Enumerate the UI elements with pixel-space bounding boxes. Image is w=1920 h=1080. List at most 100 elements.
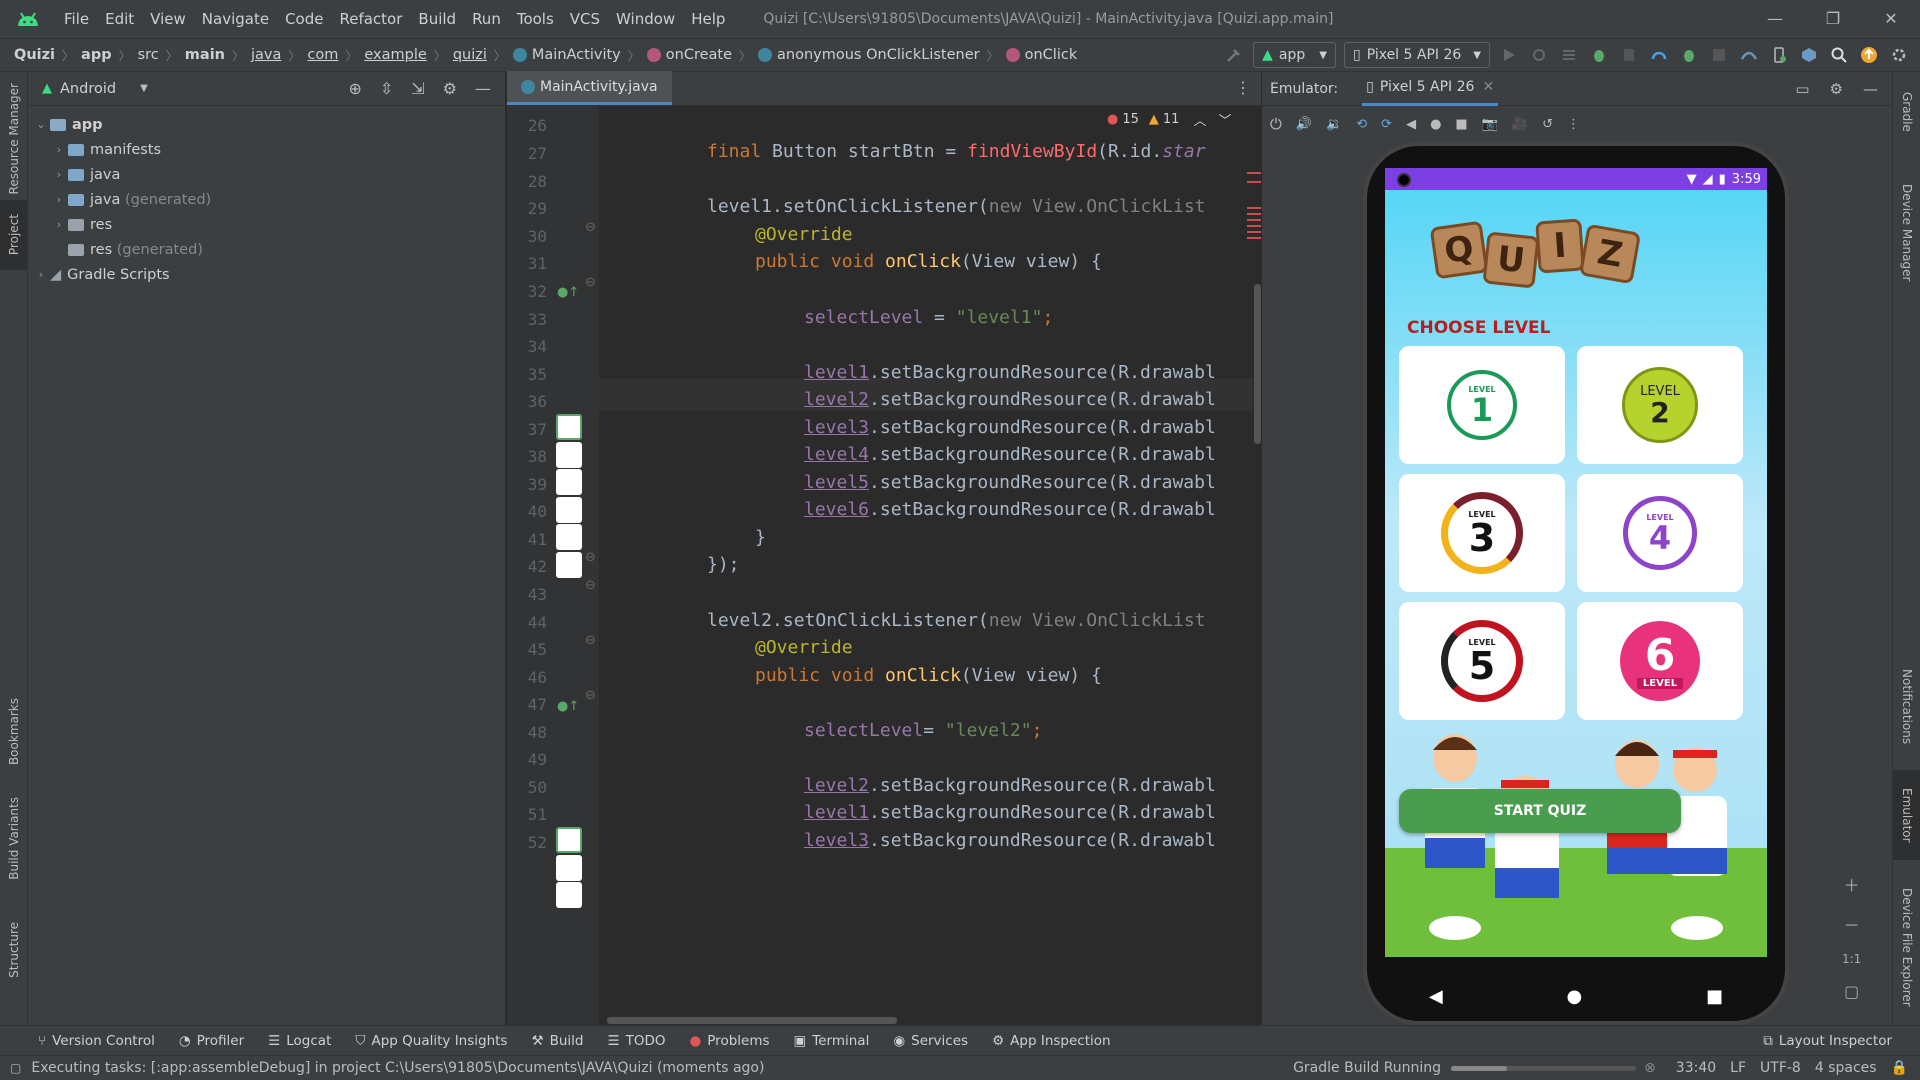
breadcrumb-item[interactable]: java 〉 <box>251 47 307 64</box>
home-icon[interactable]: ● <box>1430 117 1441 132</box>
apply-changes-icon[interactable] <box>1556 43 1582 67</box>
tab-todo[interactable]: ☰ TODO <box>607 1033 665 1049</box>
expand-all-icon[interactable]: ⇳ <box>380 79 393 98</box>
override-marker-icon[interactable]: ●↑ <box>557 285 579 300</box>
attach-debugger-icon[interactable] <box>1676 43 1702 67</box>
maximize-icon[interactable]: ❐ <box>1804 0 1862 38</box>
fold-marker-icon[interactable]: ⊖ <box>585 550 596 565</box>
previous-highlight-icon[interactable]: ︿ <box>1193 110 1206 129</box>
nav-recents-icon[interactable]: ■ <box>1706 986 1723 1007</box>
fold-marker-icon[interactable]: ⊖ <box>585 220 596 235</box>
code-line[interactable]: selectLevel= "level2"; <box>804 720 1042 741</box>
menu-tools[interactable]: Tools <box>509 0 562 38</box>
tab-app-inspection[interactable]: ⚙ App Inspection <box>992 1033 1111 1049</box>
debug-icon[interactable] <box>1586 43 1612 67</box>
tree-item-gradle-scripts[interactable]: › ◢ Gradle Scripts <box>28 262 505 287</box>
tab-emulator-device[interactable]: ▯ Pixel 5 API 26 ✕ <box>1362 72 1499 106</box>
code-line[interactable]: level1.setBackgroundResource(R.drawabl <box>804 362 1216 383</box>
breadcrumb-item[interactable]: anonymous OnClickListener 〉 <box>758 47 1006 64</box>
tab-logcat[interactable]: ☰ Logcat <box>268 1033 331 1049</box>
color-preview-icon[interactable] <box>556 882 582 908</box>
code-line[interactable]: selectLevel = "level1"; <box>804 307 1053 328</box>
sync-gradle-icon[interactable] <box>1736 43 1762 67</box>
tab-build-variants[interactable]: Build Variants <box>0 788 28 888</box>
tab-services[interactable]: ◉ Services <box>893 1033 968 1049</box>
update-icon[interactable] <box>1856 43 1882 67</box>
hammer-icon[interactable] <box>1221 43 1247 67</box>
close-tab-icon[interactable]: ✕ <box>1482 79 1494 95</box>
screenshot-icon[interactable]: 📷 <box>1482 117 1498 132</box>
project-view-select[interactable]: Android <box>60 81 116 97</box>
chevron-down-icon[interactable]: ▼ <box>140 83 148 94</box>
breadcrumb-item[interactable]: onClick <box>1005 47 1077 63</box>
volume-up-icon[interactable]: 🔊 <box>1296 117 1312 132</box>
code-line[interactable]: level5.setBackgroundResource(R.drawabl <box>804 472 1216 493</box>
tab-bookmarks[interactable]: Bookmarks <box>0 692 28 772</box>
level-5-card[interactable]: LEVEL 5 <box>1399 602 1565 720</box>
caret-position[interactable]: 33:40 <box>1676 1060 1716 1076</box>
menu-file[interactable]: File <box>56 0 97 38</box>
breadcrumb-item[interactable]: com 〉 <box>307 47 364 64</box>
zoom-in-icon[interactable]: ＋ <box>1844 872 1860 896</box>
tab-build[interactable]: ⚒ Build <box>531 1033 583 1049</box>
menu-code[interactable]: Code <box>277 0 331 38</box>
fold-marker-icon[interactable]: ⊖ <box>585 275 596 290</box>
breadcrumb-item[interactable]: onCreate 〉 <box>646 47 758 64</box>
hide-panel-icon[interactable]: — <box>1863 80 1878 98</box>
power-icon[interactable]: ⏻ <box>1270 115 1282 133</box>
color-preview-icon[interactable] <box>556 524 582 550</box>
status-toggle-icon[interactable]: ▢ <box>10 1061 21 1075</box>
color-preview-icon[interactable] <box>556 827 582 853</box>
overview-icon[interactable]: ■ <box>1455 117 1467 132</box>
breadcrumb-item[interactable]: main 〉 <box>185 47 251 64</box>
tab-gradle[interactable]: Gradle <box>1893 72 1920 152</box>
search-icon[interactable] <box>1826 43 1852 67</box>
volume-down-icon[interactable]: 🔉 <box>1326 117 1342 132</box>
window-mode-icon[interactable]: ▭ <box>1795 80 1809 98</box>
file-encoding[interactable]: UTF-8 <box>1760 1060 1801 1076</box>
inspection-widget[interactable]: ● 15 ▲ 11 ︿ ﹀ <box>1107 110 1231 129</box>
code-line[interactable]: final Button startBtn = findViewById(R.i… <box>707 141 1206 162</box>
status-message[interactable]: Executing tasks: [:app:assembleDebug] in… <box>31 1060 1293 1076</box>
breadcrumb-item[interactable]: Quizi 〉 <box>14 47 81 64</box>
more-options-icon[interactable]: ⋮ <box>1567 117 1580 132</box>
snapshot-icon[interactable]: ↺ <box>1542 117 1553 132</box>
tree-item-res-generated[interactable]: res (generated) <box>28 237 505 262</box>
zoom-actual-size[interactable]: 1:1 <box>1842 952 1861 966</box>
zoom-fit-icon[interactable]: ▢ <box>1844 982 1859 1001</box>
device-manager-icon[interactable] <box>1766 43 1792 67</box>
override-marker-icon[interactable]: ●↑ <box>557 699 579 714</box>
code-line[interactable]: @Override <box>755 224 853 245</box>
tab-mainactivity-java[interactable]: MainActivity.java <box>507 71 672 105</box>
color-preview-icon[interactable] <box>556 442 582 468</box>
menu-window[interactable]: Window <box>608 0 683 38</box>
indent-setting[interactable]: 4 spaces <box>1815 1060 1877 1076</box>
tree-item-app[interactable]: ⌄ app <box>28 112 505 137</box>
coverage-icon[interactable] <box>1616 43 1642 67</box>
tab-structure[interactable]: Structure <box>0 910 28 990</box>
code-line[interactable]: level2.setOnClickListener(new View.OnCli… <box>707 610 1206 631</box>
tree-item-res[interactable]: › res <box>28 212 505 237</box>
error-stripe[interactable] <box>1247 172 1261 292</box>
stop-icon[interactable] <box>1706 43 1732 67</box>
breadcrumb-item[interactable]: src 〉 <box>138 47 185 64</box>
tab-problems[interactable]: ● Problems <box>690 1033 770 1049</box>
code-line[interactable]: level2.setBackgroundResource(R.drawabl <box>804 775 1216 796</box>
breadcrumb-item[interactable]: example 〉 <box>364 47 452 64</box>
menu-help[interactable]: Help <box>683 0 733 38</box>
menu-vcs[interactable]: VCS <box>562 0 608 38</box>
level-2-card[interactable]: LEVEL 2 <box>1577 346 1743 464</box>
fold-marker-icon[interactable]: ⊖ <box>585 633 596 648</box>
profiler-icon[interactable] <box>1646 43 1672 67</box>
fold-marker-icon[interactable]: ⊖ <box>585 578 596 593</box>
tab-terminal[interactable]: ▣ Terminal <box>794 1033 870 1049</box>
horizontal-scrollbar[interactable] <box>607 1017 897 1024</box>
tab-notifications[interactable]: Notifications <box>1893 652 1920 762</box>
device-screen[interactable]: ▼ ◢ ▮ 3:59 Q U I Z CHOOSE LEVEL LEVEL 1 … <box>1385 168 1767 957</box>
tab-project[interactable]: Project <box>0 200 28 270</box>
cancel-task-icon[interactable]: ⊗ <box>1644 1060 1656 1076</box>
level-3-card[interactable]: LEVEL 3 <box>1399 474 1565 592</box>
zoom-out-icon[interactable]: － <box>1844 912 1860 936</box>
level-1-card[interactable]: LEVEL 1 <box>1399 346 1565 464</box>
code-line[interactable]: level2.setBackgroundResource(R.drawabl <box>804 389 1216 410</box>
